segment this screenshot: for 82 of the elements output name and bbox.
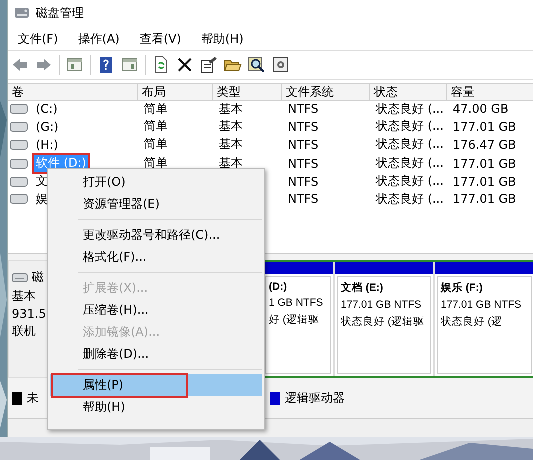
disk-drive-icon [10, 194, 28, 204]
table-cell: 状态良好 (... [376, 192, 444, 206]
delete-icon[interactable] [176, 56, 194, 74]
table-cell: 177.01 GB [453, 120, 516, 134]
disk-status: 联机 [12, 323, 36, 340]
search-icon[interactable] [248, 56, 266, 74]
disk-type: 基本 [12, 288, 36, 305]
partition-title: (D:) [269, 281, 288, 293]
menu-item[interactable]: 帮助(H) [50, 396, 262, 418]
partition-size: 177.01 GB NTFS [341, 299, 422, 311]
table-cell: 177.01 GB [453, 156, 516, 171]
table-cell: 47.00 GB [453, 102, 509, 116]
table-cell: 简单 [144, 119, 168, 134]
table-cell: 状态良好 (... [376, 102, 444, 116]
disk-drive-icon [10, 122, 28, 132]
table-cell: NTFS [288, 120, 319, 134]
disk-drive-icon [10, 104, 28, 114]
table-cell: 简单 [144, 102, 168, 116]
disk-drive-icon [12, 272, 28, 282]
table-cell: 基本 [219, 156, 243, 170]
table-cell: 简单 [144, 156, 168, 170]
menu-item[interactable]: 更改驱动器号和路径(C)... [50, 224, 262, 246]
partition-status: 好 (逻辑驱 [269, 313, 320, 327]
window-title: 磁盘管理 [36, 4, 84, 22]
column-header[interactable]: 布局 [138, 83, 213, 101]
partition-header-bar [263, 262, 333, 274]
disk-drive-icon [10, 158, 28, 169]
table-cell: 基本 [219, 119, 243, 134]
column-header[interactable]: 文件系统 [282, 83, 370, 101]
disk-size: 931.5 [12, 307, 46, 321]
volume-name[interactable]: (G:) [32, 118, 63, 136]
table-cell: 177.01 GB [453, 192, 516, 206]
column-header[interactable]: 状态 [370, 83, 447, 101]
table-cell: NTFS [288, 102, 319, 116]
column-header[interactable]: 卷 [8, 83, 138, 101]
properties-icon[interactable] [200, 56, 218, 74]
volume-name[interactable]: (C:) [32, 100, 62, 118]
partition-size: 177.01 GB NTFS [441, 299, 522, 311]
forward-arrow-icon[interactable] [35, 56, 53, 74]
table-cell: NTFS [288, 156, 319, 171]
table-cell: 基本 [219, 102, 243, 116]
table-cell: 状态良好 (... [376, 137, 444, 152]
menu-item[interactable]: 格式化(F)... [50, 246, 262, 268]
partition-block[interactable]: 文档 (E:) 177.01 GB NTFS 状态良好 (逻辑驱 [333, 262, 433, 376]
table-cell: 简单 [144, 137, 168, 152]
legend-label: 未 [27, 390, 39, 407]
table-cell: NTFS [288, 138, 319, 152]
volume-name[interactable]: (H:) [32, 136, 62, 154]
panel-icon[interactable] [66, 56, 84, 74]
help-icon[interactable] [97, 56, 115, 74]
partition-title: 文档 (E:) [341, 281, 384, 295]
table-cell: 状态良好 (... [376, 174, 444, 188]
partition-block[interactable]: 娱乐 (F:) 177.01 GB NTFS 状态良好 (逻 [433, 262, 533, 376]
legend-label: 逻辑驱动器 [285, 390, 345, 407]
menu-item[interactable]: 文件(F) [16, 30, 60, 48]
panel-icon[interactable] [121, 56, 139, 74]
menu-item[interactable]: 属性(P) [50, 374, 262, 396]
menu-item[interactable]: 资源管理器(E) [50, 193, 262, 215]
column-header[interactable]: 类型 [213, 83, 282, 101]
disk-drive-icon [14, 5, 30, 21]
table-cell: 状态良好 (... [376, 119, 444, 134]
menu-item[interactable]: 操作(A) [76, 30, 122, 48]
column-header[interactable]: 容量 [447, 83, 533, 101]
menu-item[interactable]: 查看(V) [138, 30, 184, 48]
back-arrow-icon[interactable] [11, 56, 29, 74]
table-cell: NTFS [288, 192, 319, 206]
disk-drive-icon [10, 176, 28, 187]
partition-status: 状态良好 (逻 [441, 315, 502, 329]
menu-item[interactable]: 帮助(H) [199, 30, 246, 48]
table-cell: 176.47 GB [453, 138, 516, 152]
table-cell: NTFS [288, 174, 319, 189]
menu-item[interactable]: 压缩卷(H)... [50, 299, 262, 321]
menu-item[interactable]: 删除卷(D)... [50, 343, 262, 365]
settings-icon[interactable] [272, 56, 290, 74]
partition-title: 娱乐 (F:) [441, 281, 483, 295]
disk-drive-icon [10, 140, 28, 150]
table-cell: 基本 [219, 137, 243, 152]
table-cell: 177.01 GB [453, 174, 516, 189]
table-cell: 状态良好 (... [376, 156, 444, 170]
disk-title: 磁 [32, 269, 44, 286]
partition-status: 状态良好 (逻辑驱 [341, 315, 424, 329]
partition-size: 1 GB NTFS [269, 297, 324, 309]
